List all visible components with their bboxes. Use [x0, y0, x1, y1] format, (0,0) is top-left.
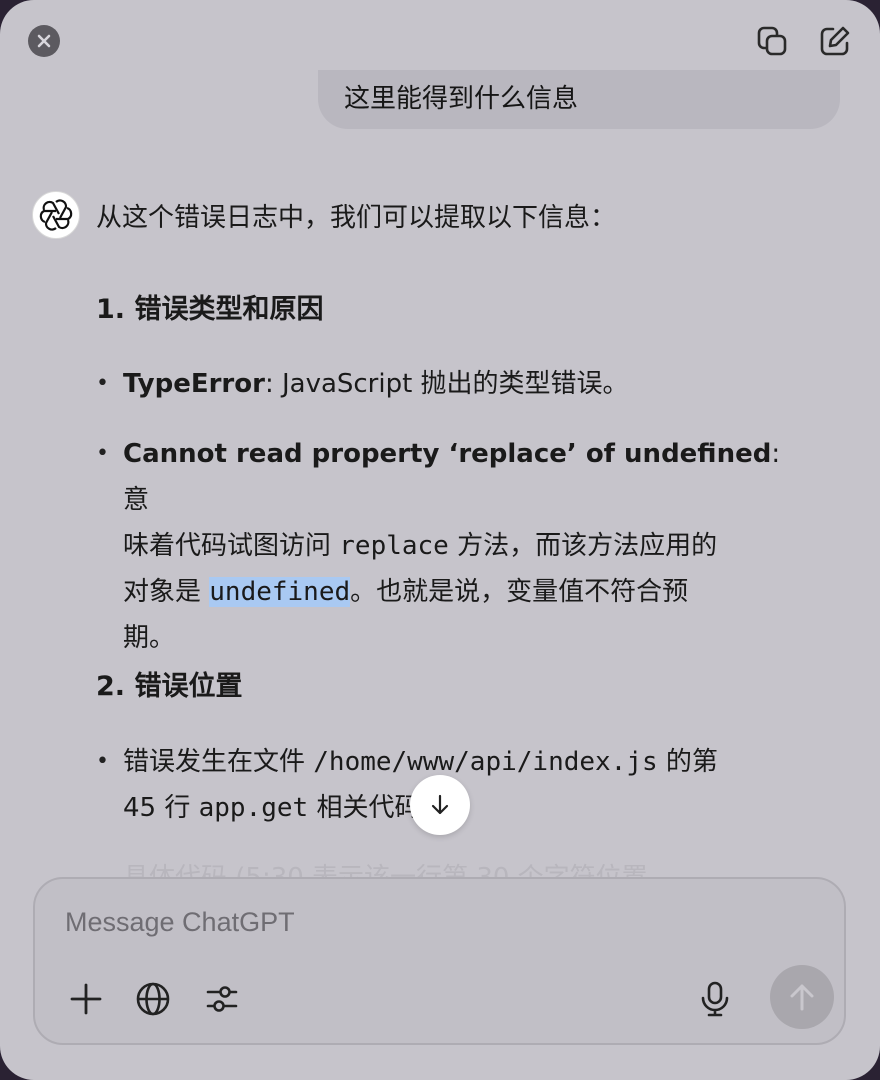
arrow-down-icon: [431, 794, 449, 815]
user-message-bubble: 这里能得到什么信息: [318, 70, 840, 129]
section-1-list-2: Cannot read property ‘replace’ of undefi…: [96, 431, 786, 661]
inline-code: replace: [339, 531, 449, 561]
list-item-text: 。也就是说，变量值不符合预: [350, 577, 689, 607]
assistant-message: 从这个错误日志中，我们可以提取以下信息： 1. 错误类型和原因 TypeErro…: [96, 195, 786, 880]
tools-button[interactable]: [204, 981, 240, 1017]
list-item-text: 期。: [123, 623, 176, 653]
list-item: Cannot read property ‘replace’ of undefi…: [96, 431, 786, 661]
sliders-icon: [206, 986, 238, 1012]
list-item-text: 味着代码试图访问: [123, 531, 340, 561]
list-item-text: 45 行: [123, 793, 199, 823]
send-button[interactable]: [770, 965, 834, 1029]
web-search-button[interactable]: [135, 981, 171, 1017]
list-item-text: 的第: [657, 747, 718, 777]
list-item: TypeError: JavaScript 抛出的类型错误。: [96, 361, 786, 407]
list-item-text: 对象是: [123, 577, 210, 607]
list-item-text: 方法，而该方法应用的: [448, 531, 718, 561]
voice-input-button[interactable]: [697, 981, 733, 1017]
section-1-list: TypeError: JavaScript 抛出的类型错误。: [96, 361, 786, 407]
list-item-bold: TypeError: [123, 369, 265, 399]
inline-code: app.get: [198, 793, 309, 823]
globe-icon: [136, 982, 170, 1016]
chatgpt-logo-icon: [39, 199, 73, 231]
chat-window: 这里能得到什么信息 从这个错误日志中，我们可以提取以下信息： 1. 错误类型和原…: [0, 0, 880, 1080]
conversation[interactable]: 这里能得到什么信息 从这个错误日志中，我们可以提取以下信息： 1. 错误类型和原…: [0, 0, 880, 880]
message-input[interactable]: Message ChatGPT: [65, 907, 295, 938]
assistant-intro: 从这个错误日志中，我们可以提取以下信息：: [96, 203, 617, 233]
section-heading-2: 2. 错误位置: [96, 671, 243, 702]
list-item-bold: Cannot read property ‘replace’ of undefi…: [123, 439, 772, 469]
message-composer[interactable]: Message ChatGPT: [33, 877, 846, 1045]
assistant-avatar: [32, 191, 80, 239]
plus-icon: [70, 983, 102, 1015]
microphone-icon: [701, 981, 729, 1017]
list-item-text: : JavaScript 抛出的类型错误。: [264, 369, 629, 399]
arrow-up-icon: [790, 984, 814, 1011]
scroll-to-bottom-button[interactable]: [410, 775, 470, 835]
inline-code: /home/www/api/index.js: [313, 747, 658, 777]
list-item-text: 错误发生在文件: [123, 747, 314, 777]
user-message-text: 这里能得到什么信息: [344, 84, 579, 114]
section-heading-1: 1. 错误类型和原因: [96, 294, 324, 325]
attach-button[interactable]: [68, 981, 104, 1017]
inline-code-selected: undefined: [209, 577, 351, 607]
